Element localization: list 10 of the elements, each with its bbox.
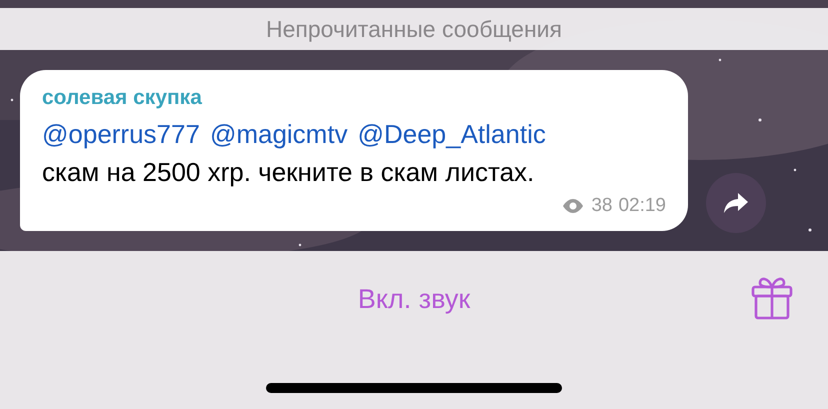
mention-link[interactable]: @magicmtv — [210, 116, 348, 152]
view-count: 38 — [591, 194, 612, 218]
unread-messages-label: Непрочитанные сообщения — [266, 14, 562, 44]
message-text: скам на 2500 xrp. чекните в скам листах. — [42, 156, 536, 189]
mention-link[interactable]: @Deep_Atlantic — [358, 116, 546, 152]
share-arrow-icon — [723, 192, 749, 214]
sender-name: солевая скупка — [42, 85, 203, 111]
mention-link[interactable]: @operrus777 — [42, 116, 200, 152]
message-time: 02:19 — [618, 194, 666, 218]
eye-icon — [561, 198, 586, 214]
